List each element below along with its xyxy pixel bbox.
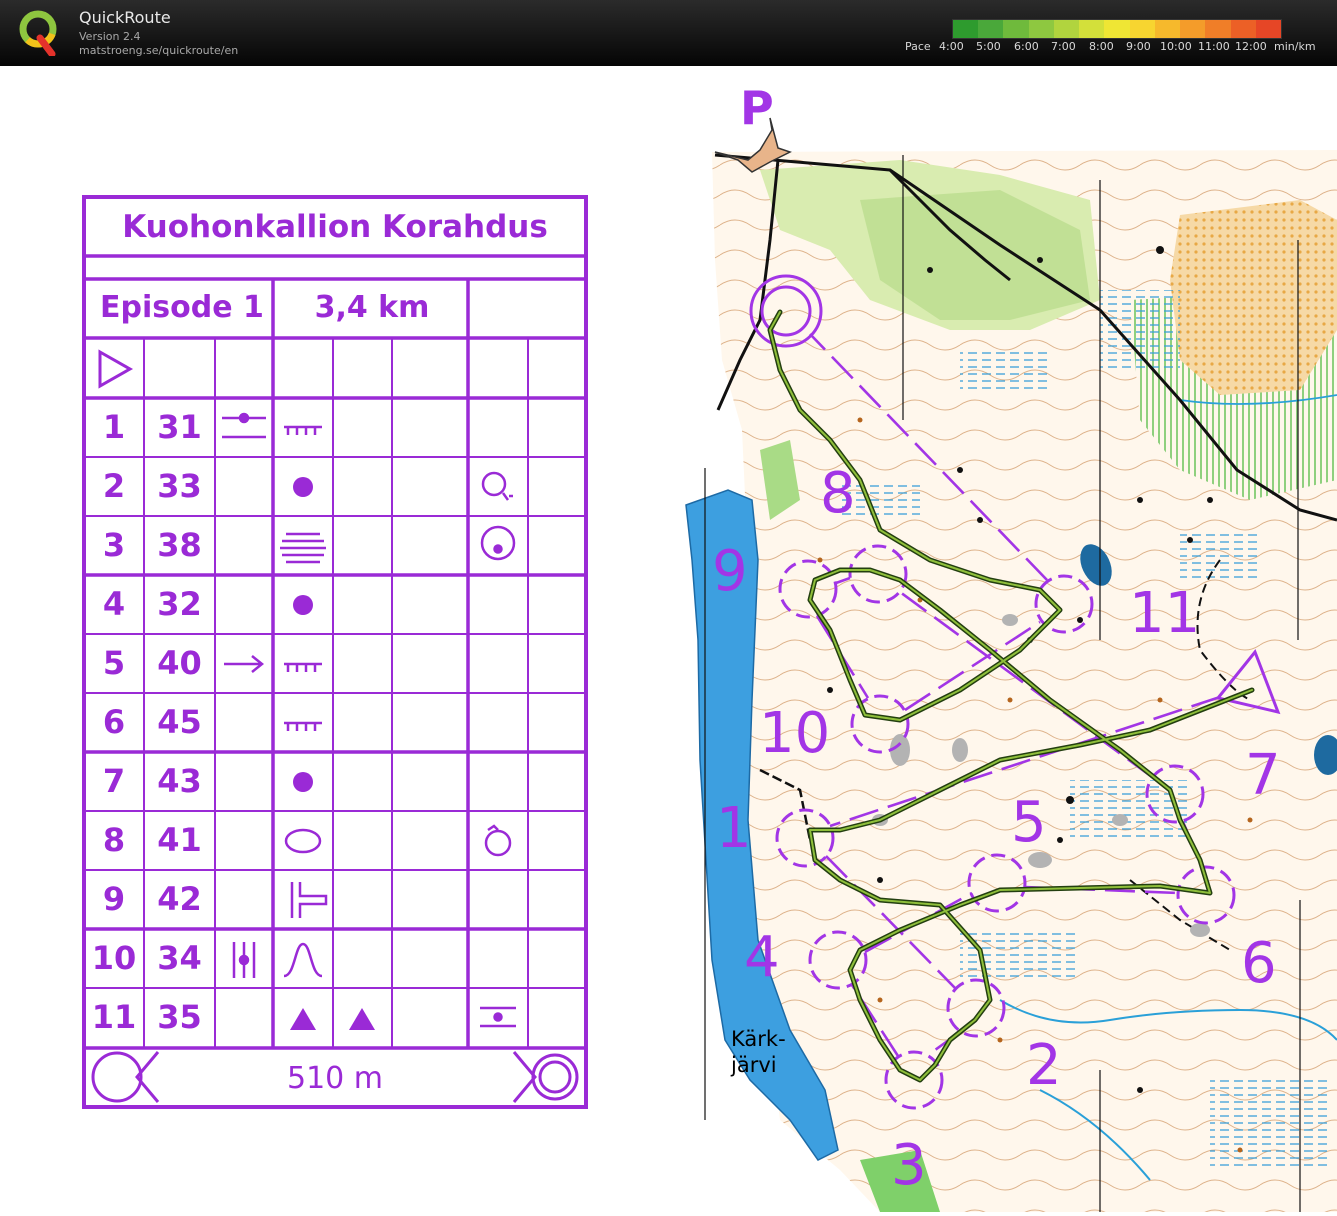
pace-tick: 7:00: [1051, 40, 1076, 53]
control-code: 38: [157, 526, 202, 564]
control-number-label: 10: [759, 701, 831, 766]
control-number-label: 7: [1245, 743, 1281, 808]
control-code: 40: [157, 644, 202, 682]
control-code: 32: [157, 585, 202, 623]
control-number: 1: [102, 408, 126, 446]
control-number: 11: [91, 998, 137, 1036]
pace-tick: 6:00: [1014, 40, 1039, 53]
control-number: 9: [102, 880, 126, 918]
control-number-label: 8: [820, 461, 856, 526]
control-number-label: 1: [716, 796, 752, 861]
control-number: 8: [102, 821, 126, 859]
pace-tick: 9:00: [1126, 40, 1151, 53]
control-number-label: 6: [1241, 931, 1277, 996]
pace-color-segment: [1003, 20, 1029, 38]
control-number: 7: [102, 762, 126, 800]
pace-color-segment: [1255, 20, 1282, 38]
control-number-label: 4: [744, 925, 780, 990]
control-number-label: 9: [712, 539, 748, 604]
pace-color-segment: [1028, 20, 1054, 38]
pace-scale-labels: Pace 4:00 5:00 6:00 7:00 8:00 9:00 10:00…: [902, 40, 1332, 54]
pace-color-segment: [1079, 20, 1105, 38]
cd-boulder-icon: [293, 477, 313, 497]
pace-color-segment: [1053, 20, 1080, 38]
event-title: Kuohonkallion Korahdus: [122, 209, 548, 245]
parking-label: P: [740, 81, 774, 135]
app-url: matstroeng.se/quickroute/en: [79, 44, 239, 57]
control-number-label: 3: [891, 1133, 927, 1198]
control-code: 43: [157, 762, 202, 800]
control-number-label: 2: [1026, 1033, 1062, 1098]
control-number-label: 11: [1129, 581, 1201, 646]
app-version: Version 2.4: [79, 30, 141, 43]
pace-color-segment: [953, 20, 979, 38]
pace-color-segment: [1129, 20, 1155, 38]
pace-color-segment: [1230, 20, 1256, 38]
pace-tick: 11:00: [1198, 40, 1230, 53]
control-code: 33: [157, 467, 202, 505]
control-number: 3: [102, 526, 126, 564]
control-code: 31: [157, 408, 202, 446]
course-length: 3,4 km: [314, 290, 430, 325]
pace-tick: 4:00: [939, 40, 964, 53]
pace-color-scale: [952, 19, 1282, 39]
quickroute-logo-icon: [19, 10, 57, 56]
control-code: 35: [157, 998, 202, 1036]
pace-color-segment: [1180, 20, 1206, 38]
control-code: 45: [157, 703, 202, 741]
control-number: 5: [102, 644, 126, 682]
cd-boulder-icon: [293, 595, 313, 615]
course-name: Episode 1: [100, 290, 264, 325]
finish-distance: 510 m: [286, 1061, 384, 1096]
control-number: 4: [102, 585, 126, 623]
pace-tick: 5:00: [976, 40, 1001, 53]
cd-boulder-icon: [293, 772, 313, 792]
pace-tick: 12:00: [1235, 40, 1267, 53]
pace-tick: 10:00: [1160, 40, 1192, 53]
pace-unit: min/km: [1274, 40, 1316, 53]
pace-color-segment: [1154, 20, 1181, 38]
pace-tick: 8:00: [1089, 40, 1114, 53]
pace-color-segment: [1205, 20, 1231, 38]
pace-label: Pace: [905, 40, 931, 53]
lake-label: Kärk- järvi: [731, 1027, 786, 1077]
app-title: QuickRoute: [79, 8, 171, 27]
control-number-label: 5: [1011, 790, 1047, 855]
pace-color-segment: [1104, 20, 1130, 38]
orienteering-map[interactable]: Kuohonkallion Korahdus Episode 1 3,4 km …: [0, 66, 1337, 1212]
app-header: QuickRoute Version 2.4 matstroeng.se/qui…: [0, 0, 1337, 66]
pace-color-segment: [978, 20, 1004, 38]
control-number: 10: [91, 939, 137, 977]
control-code: 42: [157, 880, 202, 918]
control-code: 34: [157, 939, 202, 977]
control-number: 2: [102, 467, 126, 505]
control-number: 6: [102, 703, 126, 741]
control-code: 41: [157, 821, 202, 859]
